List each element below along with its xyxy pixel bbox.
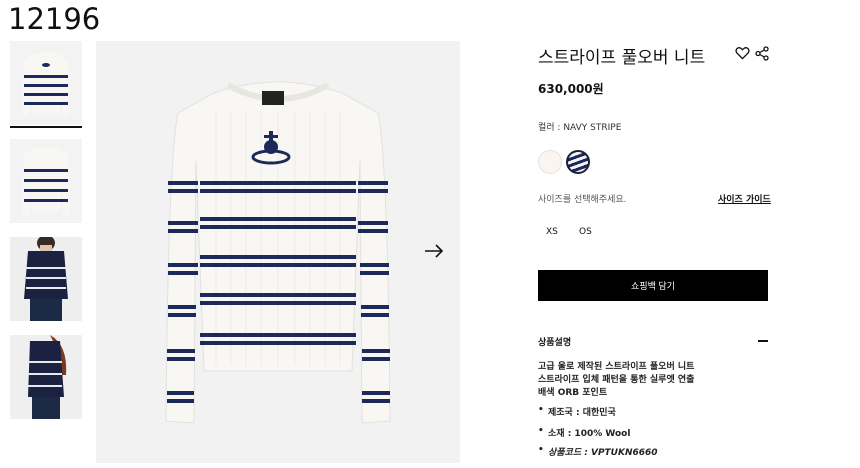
add-to-bag-button[interactable]: 쇼핑백 담기 — [538, 270, 768, 301]
thumbnail-active-indicator — [10, 126, 82, 128]
arrow-right-icon[interactable] — [423, 240, 445, 262]
heart-icon[interactable] — [735, 46, 750, 60]
minus-icon[interactable] — [758, 340, 768, 342]
share-icon[interactable] — [755, 46, 769, 61]
thumbnail-back[interactable] — [10, 139, 82, 223]
spec-text: 소재 : 100% Wool — [548, 429, 631, 439]
spec-item: 상품코드 : VPTUKN6660 — [538, 445, 658, 458]
description-line: 배색 ORB 포인트 — [538, 388, 608, 398]
size-option-os[interactable]: OS — [579, 227, 592, 237]
product-title: 스트라이프 풀오버 니트 — [538, 48, 706, 68]
spec-text: 상품코드 : VPTUKN6660 — [548, 448, 658, 458]
page-id: 12196 — [8, 2, 101, 36]
details-section-title[interactable]: 상품설명 — [538, 335, 571, 348]
description-line: 스트라이프 입체 패턴을 통한 실루엣 연출 — [538, 375, 695, 385]
thumbnail-model-back[interactable] — [10, 335, 82, 419]
spec-item: 소재 : 100% Wool — [538, 426, 630, 439]
size-guide-link[interactable]: 사이즈 가이드 — [718, 192, 771, 205]
size-option-xs[interactable]: XS — [546, 227, 558, 237]
size-prompt: 사이즈를 선택해주세요. — [538, 195, 627, 205]
product-price: 630,000원 — [538, 82, 604, 96]
spec-text: 제조국 : 대한민국 — [548, 408, 616, 418]
description-line: 고급 울로 제작된 스트라이프 풀오버 니트 — [538, 362, 695, 372]
swatch-ivory[interactable] — [538, 150, 562, 174]
main-product-image — [96, 41, 460, 463]
swatch-navy-stripe[interactable] — [566, 150, 590, 174]
thumbnail-front[interactable] — [10, 41, 82, 125]
product-description: 고급 울로 제작된 스트라이프 풀오버 니트 스트라이프 입체 패턴을 통한 실… — [538, 361, 694, 400]
color-label: 컬러 : NAVY STRIPE — [538, 123, 622, 133]
thumbnail-model-front[interactable] — [10, 237, 82, 321]
spec-item: 제조국 : 대한민국 — [538, 405, 616, 418]
